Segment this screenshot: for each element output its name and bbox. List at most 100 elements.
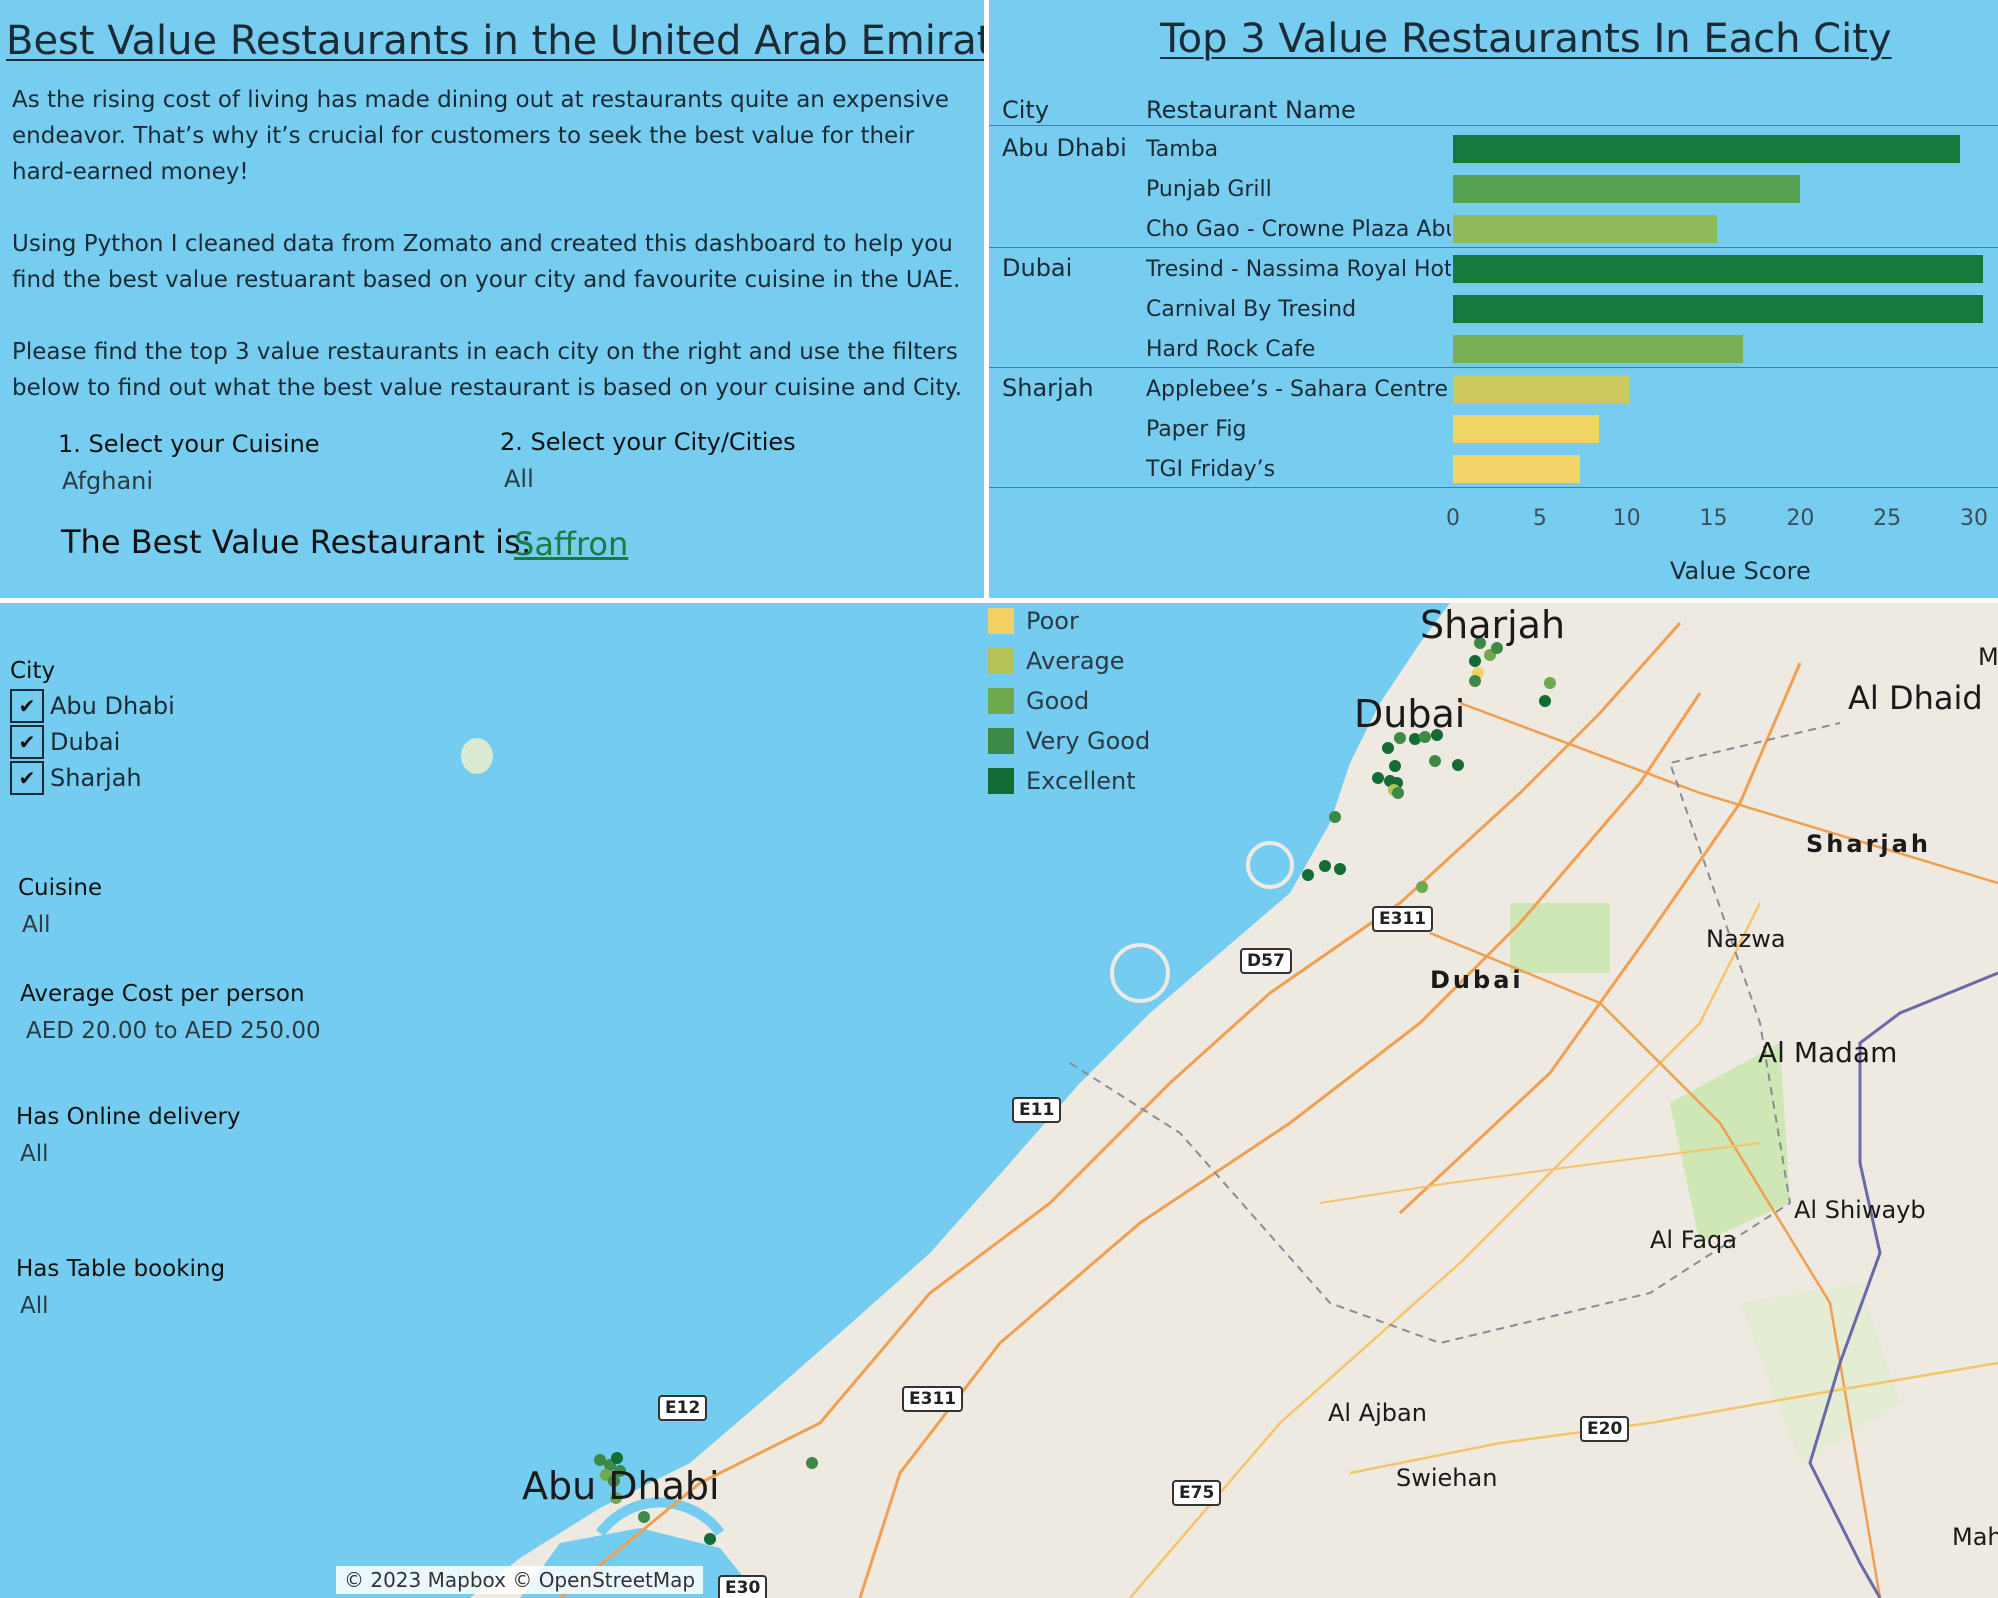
city-filter-option-label: Sharjah (50, 764, 142, 792)
city-filter-option-label: Dubai (50, 728, 121, 756)
x-axis-tick-label: 30 (1960, 506, 1988, 531)
cuisine-filter-label: Cuisine (18, 875, 103, 901)
table-header-rule (989, 125, 1998, 126)
legend-swatch (988, 768, 1014, 794)
legend-item[interactable]: Poor (988, 607, 1079, 635)
restaurant-name-label: Hard Rock Cafe (1146, 337, 1316, 362)
table-bottom-rule (989, 487, 1998, 488)
restaurant-marker[interactable] (1372, 772, 1384, 784)
city-filter-option-label: Abu Dhabi (50, 692, 175, 720)
table-booking-filter[interactable]: All (20, 1293, 49, 1319)
restaurant-marker[interactable] (1319, 860, 1331, 872)
restaurant-name-label: Carnival By Tresind (1146, 297, 1357, 322)
intro-panel: Best Value Restaurants in the United Ara… (0, 0, 1038, 598)
road-shield-e11: E11 (1012, 1097, 1062, 1123)
x-axis-tick-label: 25 (1873, 506, 1902, 531)
restaurant-marker[interactable] (1469, 675, 1481, 687)
city-filter-option[interactable]: ✔ Abu Dhabi (10, 689, 175, 723)
restaurant-map[interactable]: Poor Average Good Very Good Excellent City ✔… (0, 603, 1998, 1598)
value-bar[interactable] (1453, 375, 1631, 403)
legend-item[interactable]: Good (988, 687, 1089, 715)
x-axis-tick-label: 15 (1699, 506, 1728, 531)
intro-paragraph-1: As the rising cost of living has made di… (12, 87, 950, 185)
legend-label: Good (1026, 687, 1090, 715)
legend-swatch (988, 688, 1014, 714)
restaurant-marker[interactable] (1302, 869, 1314, 881)
x-axis-tick-label: 10 (1612, 506, 1641, 531)
restaurant-marker[interactable] (806, 1457, 818, 1469)
x-axis-tick-label: 5 (1532, 506, 1547, 531)
restaurant-marker[interactable] (1416, 881, 1428, 893)
palm-jebel-ali (1110, 943, 1170, 1003)
cost-filter-label: Average Cost per person (20, 981, 305, 1007)
city-select-label: 2. Select your City/Cities (500, 428, 796, 456)
restaurant-marker[interactable] (1452, 759, 1464, 771)
place-al-faqa: Al Faqa (1650, 1226, 1737, 1254)
place-nazwa: Nazwa (1706, 925, 1786, 953)
restaurant-marker[interactable] (611, 1452, 623, 1464)
cuisine-select[interactable]: Afghani (62, 467, 153, 495)
intro-paragraph-2: Using Python I cleaned data from Zomato … (12, 231, 961, 293)
value-bar[interactable] (1453, 335, 1744, 363)
value-bar[interactable] (1453, 255, 1983, 283)
cost-filter[interactable]: AED 20.00 to AED 250.00 (26, 1018, 321, 1044)
restaurant-marker[interactable] (1334, 863, 1346, 875)
city-label: Dubai (1002, 254, 1073, 282)
cuisine-filter[interactable]: All (22, 912, 51, 938)
top3-chart-panel: Top 3 Value Restaurants In Each City Cit… (989, 0, 1998, 598)
restaurant-name-label: Paper Fig (1146, 417, 1247, 442)
value-bar[interactable] (1453, 215, 1717, 243)
road-shield-e75: E75 (1172, 1480, 1222, 1506)
legend-label: Average (1026, 647, 1125, 675)
intro-paragraph-3: Please find the top 3 value restaurants … (12, 339, 963, 401)
city-label: Abu Dhabi (1002, 134, 1127, 162)
city-filter-option[interactable]: ✔ Dubai (10, 725, 120, 759)
online-delivery-filter[interactable]: All (20, 1141, 49, 1167)
place-sharjah-region: Sharjah (1806, 830, 1931, 858)
restaurant-marker[interactable] (1469, 655, 1481, 667)
place-al-ajban: Al Ajban (1328, 1399, 1427, 1427)
restaurant-marker[interactable] (1389, 760, 1401, 772)
restaurant-name-label: Cho Gao - Crowne Plaza Abu .. (1146, 217, 1451, 242)
best-restaurant-label: The Best Value Restaurant is: (61, 523, 532, 561)
place-mah: Mah (1952, 1523, 1998, 1551)
city-filter-label: City (10, 658, 56, 684)
dashboard-title: Best Value Restaurants in the United Ara… (6, 18, 1038, 64)
checkbox-checked-icon[interactable]: ✔ (10, 689, 44, 723)
road-shield-e311-south: E311 (902, 1386, 964, 1412)
legend-swatch (988, 648, 1014, 674)
value-bar[interactable] (1453, 295, 1983, 323)
value-bar[interactable] (1453, 455, 1580, 483)
legend-item[interactable]: Excellent (988, 767, 1136, 795)
legend-label: Excellent (1026, 767, 1136, 795)
place-al-dhaid: Al Dhaid (1848, 679, 1983, 717)
checkbox-checked-icon[interactable]: ✔ (10, 725, 44, 759)
value-bar[interactable] (1453, 415, 1599, 443)
restaurant-marker[interactable] (1329, 811, 1341, 823)
restaurant-marker[interactable] (1392, 787, 1404, 799)
checkbox-checked-icon[interactable]: ✔ (10, 761, 44, 795)
legend-item[interactable]: Very Good (988, 727, 1150, 755)
value-bar[interactable] (1453, 135, 1961, 163)
restaurant-marker[interactable] (1539, 695, 1551, 707)
x-axis-tick-label: 20 (1786, 506, 1815, 531)
city-group-divider (989, 247, 1998, 248)
place-edge: M (1978, 643, 1998, 671)
place-dubai-region: Dubai (1430, 966, 1524, 994)
cuisine-select-label: 1. Select your Cuisine (58, 430, 320, 458)
restaurant-marker[interactable] (638, 1511, 650, 1523)
best-restaurant-link[interactable]: Saffron (514, 525, 628, 563)
restaurant-marker[interactable] (704, 1533, 716, 1545)
legend-swatch (988, 608, 1014, 634)
place-dubai-city: Dubai (1354, 692, 1466, 736)
restaurant-marker[interactable] (1429, 755, 1441, 767)
road-shield-e12: E12 (658, 1395, 708, 1421)
city-select[interactable]: All (504, 465, 534, 493)
value-bar[interactable] (1453, 175, 1801, 203)
city-filter-option[interactable]: ✔ Sharjah (10, 761, 142, 795)
restaurant-name-label: Applebee’s - Sahara Centre (1146, 377, 1448, 402)
map-attribution[interactable]: © 2023 Mapbox © OpenStreetMap (336, 1566, 704, 1594)
restaurant-marker[interactable] (1544, 677, 1556, 689)
restaurant-marker[interactable] (1382, 742, 1394, 754)
legend-item[interactable]: Average (988, 647, 1125, 675)
